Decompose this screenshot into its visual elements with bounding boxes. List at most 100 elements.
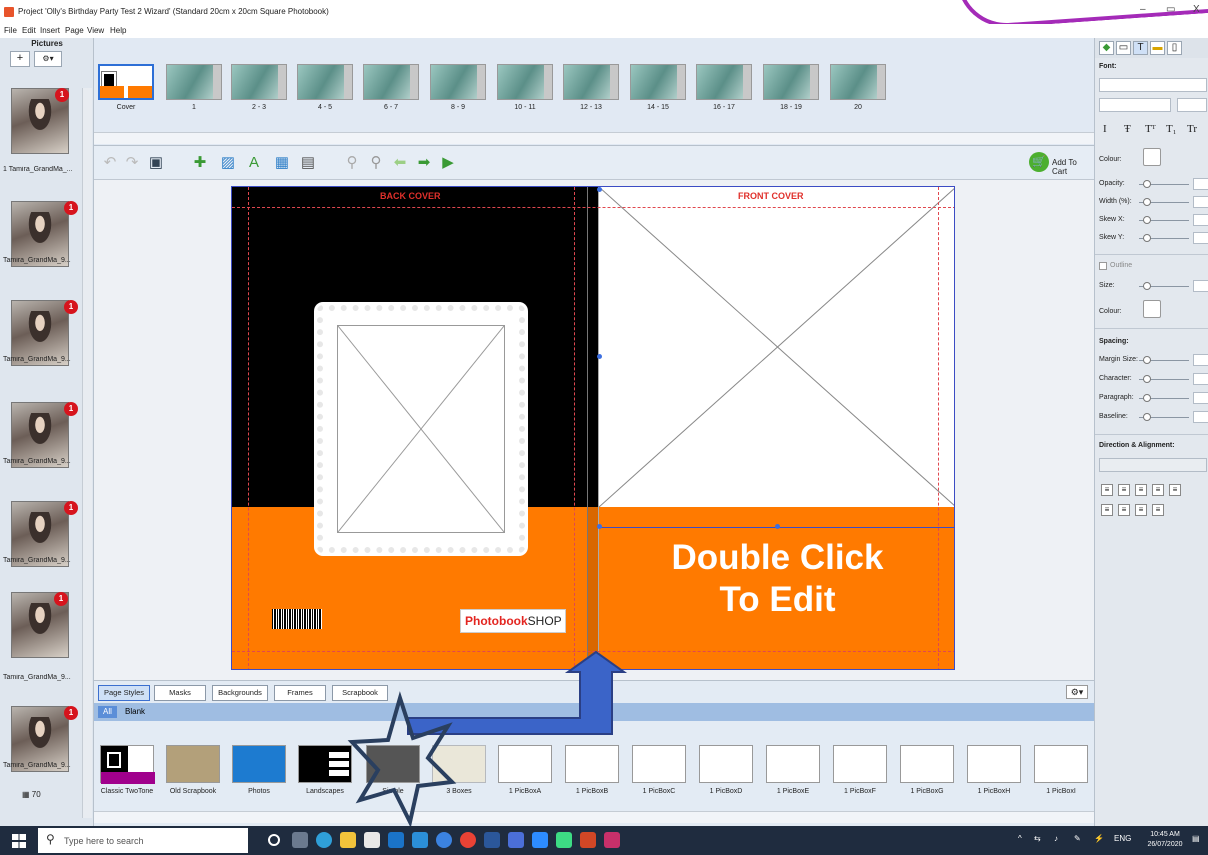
thumb-page-10-11[interactable] [497, 64, 553, 100]
next-page-icon[interactable]: ➡ [414, 154, 434, 172]
colour-icon[interactable]: ◆ [1099, 41, 1114, 55]
chrome-icon[interactable] [460, 832, 476, 848]
tab-backgrounds[interactable]: Backgrounds [212, 685, 268, 701]
filter-all[interactable]: All [98, 706, 117, 718]
add-to-cart-button[interactable]: Add To Cart [1052, 158, 1094, 176]
outline-checkbox[interactable] [1099, 262, 1107, 270]
align-justify-all-icon[interactable]: ≡ [1169, 484, 1181, 496]
styles-scrollbar[interactable] [94, 811, 1094, 823]
thumb-page-1[interactable] [166, 64, 222, 100]
undo-icon[interactable]: ↶ [100, 154, 120, 172]
close-button[interactable]: X [1193, 4, 1200, 15]
menu-help[interactable]: Help [110, 26, 126, 35]
word-icon[interactable] [484, 832, 500, 848]
character-value[interactable] [1193, 373, 1208, 385]
edge-icon[interactable] [316, 832, 332, 848]
zoom-out-icon[interactable]: ⚲ [366, 154, 386, 172]
style-classic-twotone[interactable] [100, 745, 155, 784]
skew-y-value[interactable] [1193, 232, 1208, 244]
outline-size-value[interactable] [1193, 280, 1208, 292]
valign-top-icon[interactable]: ≡ [1101, 504, 1113, 516]
add-page-icon[interactable]: ✚ [190, 154, 210, 172]
auto-fill-icon[interactable]: ▨ [218, 154, 238, 172]
thumbnails-scrollbar[interactable] [94, 132, 1094, 144]
pictures-scrollbar[interactable] [82, 88, 92, 818]
zoom-icon[interactable] [532, 832, 548, 848]
thumb-page-2-3[interactable] [231, 64, 287, 100]
zoom-in-icon[interactable]: ⚲ [342, 154, 362, 172]
skew-x-value[interactable] [1193, 214, 1208, 226]
resize-handle[interactable] [597, 187, 602, 192]
opacity-value[interactable] [1193, 178, 1208, 190]
opacity-slider-knob[interactable] [1143, 180, 1151, 188]
page-setup-icon[interactable]: ▤ [298, 154, 318, 172]
style-old-scrapbook[interactable] [166, 745, 220, 783]
tray-chevron-icon[interactable]: ^ [1018, 834, 1022, 843]
paragraph-value[interactable] [1193, 392, 1208, 404]
taskbar-search[interactable]: ⚲ Type here to search [38, 828, 248, 853]
menu-file[interactable]: File [4, 26, 17, 35]
resize-handle[interactable] [597, 354, 602, 359]
tab-frames[interactable]: Frames [274, 685, 326, 701]
styles-settings-icon[interactable]: ⚙▾ [1066, 685, 1088, 699]
store-icon[interactable] [364, 832, 380, 848]
ruler-icon[interactable]: ▬ [1150, 41, 1165, 55]
stamp-photo-placeholder[interactable] [337, 325, 505, 533]
play-icon[interactable]: ▶ [438, 154, 458, 172]
filter-blank[interactable]: Blank [120, 706, 150, 718]
superscript-button[interactable]: Tᵀ [1145, 123, 1156, 135]
resize-handle[interactable] [775, 524, 780, 529]
save-icon[interactable]: ▣ [146, 154, 166, 172]
font-style-select[interactable] [1099, 98, 1171, 112]
style-1-picboxc[interactable] [632, 745, 686, 783]
style-simple[interactable] [366, 745, 420, 783]
ie-icon[interactable] [388, 832, 404, 848]
cover-spread[interactable]: BACK COVER FRONT COVER PhotobookSHOP Dou… [231, 186, 955, 670]
add-text-icon[interactable]: A [244, 154, 264, 172]
style-1-picboxb[interactable] [565, 745, 619, 783]
cortana-icon[interactable] [268, 834, 280, 846]
menu-view[interactable]: View [87, 26, 104, 35]
thumb-page-20[interactable] [830, 64, 886, 100]
photobook-taskbar-icon[interactable] [604, 832, 620, 848]
font-family-select[interactable] [1099, 78, 1207, 92]
margin-slider-knob[interactable] [1143, 356, 1151, 364]
tray-volume-icon[interactable]: ♪ [1054, 834, 1058, 843]
mail-icon[interactable] [412, 832, 428, 848]
app-icon-blue[interactable] [508, 832, 524, 848]
strikethrough-button[interactable]: Ŧ [1124, 123, 1131, 135]
thumb-page-6-7[interactable] [363, 64, 419, 100]
add-picture-icon[interactable]: ▦ [272, 154, 292, 172]
menu-insert[interactable]: Insert [40, 26, 60, 35]
style-landscapes[interactable] [298, 745, 352, 783]
pictures-settings-button[interactable]: ⚙▾ [34, 51, 62, 67]
chrome-blue-icon[interactable] [436, 832, 452, 848]
paragraph-slider-knob[interactable] [1143, 394, 1151, 402]
taskbar-clock[interactable]: 10:45 AM 26/07/2020 [1142, 830, 1188, 850]
windows-start-icon[interactable] [12, 834, 26, 848]
thumb-page-8-9[interactable] [430, 64, 486, 100]
menu-edit[interactable]: Edit [22, 26, 36, 35]
width-slider-knob[interactable] [1143, 198, 1151, 206]
style-1-picboxg[interactable] [900, 745, 954, 783]
width-value[interactable] [1193, 196, 1208, 208]
front-cover-text-box[interactable]: Double Click To Edit [599, 537, 954, 621]
task-view-icon[interactable] [292, 832, 308, 848]
thumb-page-12-13[interactable] [563, 64, 619, 100]
valign-fill-icon[interactable]: ≡ [1152, 504, 1164, 516]
valign-bottom-icon[interactable]: ≡ [1135, 504, 1147, 516]
tray-pen-icon[interactable]: ✎ [1074, 834, 1081, 843]
tab-scrapbook[interactable]: Scrapbook [332, 685, 388, 701]
notifications-icon[interactable]: ▤ [1192, 834, 1200, 843]
subscript-button[interactable]: T₁ [1166, 123, 1177, 135]
cart-icon[interactable]: 🛒 [1029, 152, 1049, 172]
align-center-icon[interactable]: ≡ [1118, 484, 1130, 496]
thumb-page-16-17[interactable] [696, 64, 752, 100]
resize-handle[interactable] [597, 524, 602, 529]
text-colour-swatch[interactable] [1143, 148, 1161, 166]
align-right-icon[interactable]: ≡ [1135, 484, 1147, 496]
character-slider-knob[interactable] [1143, 375, 1151, 383]
style-1-picboxf[interactable] [833, 745, 887, 783]
skew-x-slider-knob[interactable] [1143, 216, 1151, 224]
redo-icon[interactable]: ↷ [122, 154, 142, 172]
